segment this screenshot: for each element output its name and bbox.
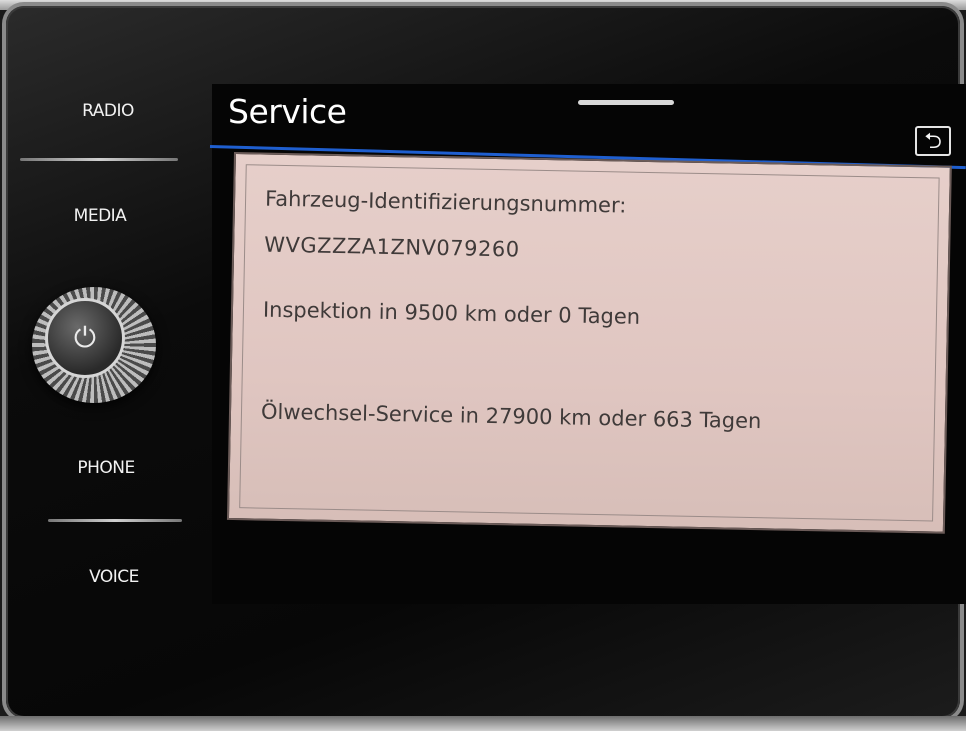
power-icon: ⏻ [45,298,125,378]
pull-down-handle[interactable] [578,100,674,105]
volume-power-knob[interactable]: ⏻ [32,287,156,403]
back-button[interactable]: ⮌ [915,126,951,156]
voice-button[interactable]: VOICE [54,567,174,587]
bottom-chrome-trim [0,716,966,731]
divider-line [20,158,178,161]
divider-line [48,519,182,522]
vin-value: WVGZZZA1ZNV079260 [263,232,520,262]
service-info-panel: Fahrzeug-Identifizierungsnummer: WVGZZZA… [226,152,952,534]
page-title: Service [228,92,347,131]
radio-button[interactable]: RADIO [48,101,168,121]
back-icon: ⮌ [924,129,942,154]
panel-border [239,164,940,522]
media-button[interactable]: MEDIA [40,206,160,226]
phone-button[interactable]: PHONE [46,458,166,478]
